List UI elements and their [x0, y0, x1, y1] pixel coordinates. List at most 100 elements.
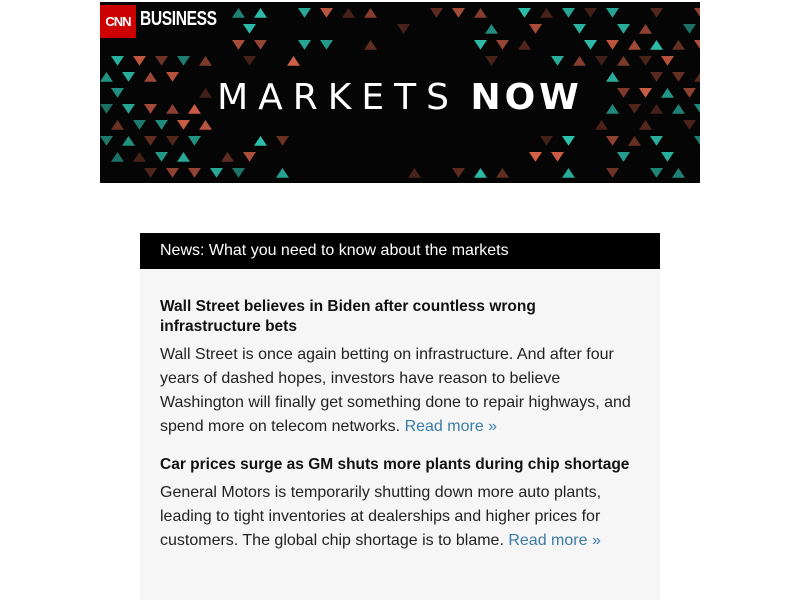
triangle-shape	[672, 168, 685, 178]
banner-title-bold: NOW	[470, 77, 583, 118]
triangle-shape	[650, 8, 663, 18]
triangle-shape	[320, 40, 333, 50]
triangle-shape	[650, 40, 663, 50]
triangle-shape	[606, 40, 619, 50]
triangle-shape	[595, 120, 608, 130]
triangle-shape	[276, 136, 289, 146]
triangle-shape	[639, 56, 652, 66]
triangle-shape	[111, 120, 124, 130]
read-more-link[interactable]: Read more »	[405, 418, 498, 435]
triangle-shape	[562, 168, 575, 178]
triangle-shape	[540, 8, 553, 18]
triangle-shape	[529, 152, 542, 162]
triangle-shape	[177, 56, 190, 66]
triangle-shape	[606, 8, 619, 18]
triangle-shape	[155, 120, 168, 130]
triangle-shape	[111, 152, 124, 162]
triangle-shape	[188, 168, 201, 178]
triangle-shape	[243, 152, 256, 162]
triangle-shape	[496, 168, 509, 178]
triangle-shape	[133, 56, 146, 66]
triangle-shape	[166, 136, 179, 146]
triangle-shape	[639, 120, 652, 130]
triangle-shape	[485, 24, 498, 34]
triangle-shape	[287, 56, 300, 66]
triangle-shape	[232, 168, 245, 178]
triangle-shape	[518, 40, 531, 50]
banner-title-light: MARKETS	[217, 77, 459, 118]
triangle-shape	[694, 136, 700, 145]
triangle-shape	[474, 8, 487, 18]
triangle-shape	[628, 40, 641, 50]
article-body: General Motors is temporarily shutting d…	[160, 481, 640, 553]
triangle-shape	[155, 152, 168, 162]
triangle-shape	[111, 56, 124, 66]
triangle-shape	[320, 8, 333, 18]
triangle-shape	[639, 24, 652, 34]
triangle-shape	[298, 40, 311, 50]
triangle-shape	[650, 136, 663, 146]
banner-title: MARKETS NOW	[100, 76, 700, 120]
triangle-shape	[540, 136, 553, 146]
triangle-shape	[243, 24, 256, 34]
triangle-shape	[661, 56, 674, 66]
triangle-shape	[155, 56, 168, 66]
triangle-shape	[573, 24, 586, 34]
triangle-shape	[408, 168, 421, 178]
triangle-shape	[254, 136, 267, 146]
triangle-shape	[672, 40, 685, 50]
triangle-shape	[694, 8, 700, 17]
article-body: Wall Street is once again betting on inf…	[160, 343, 640, 439]
triangle-shape	[617, 24, 630, 34]
triangle-shape	[100, 136, 113, 146]
triangle-shape	[144, 168, 157, 178]
markets-now-banner: CNN BUSINESS MARKETS NOW	[100, 2, 700, 183]
triangle-shape	[199, 120, 212, 130]
article-summary: Wall Street is once again betting on inf…	[160, 346, 631, 435]
triangle-shape	[584, 40, 597, 50]
triangle-shape	[364, 40, 377, 50]
triangle-shape	[397, 24, 410, 34]
triangle-shape	[133, 152, 146, 162]
triangle-shape	[254, 40, 267, 50]
triangle-shape	[474, 40, 487, 50]
triangle-shape	[606, 136, 619, 146]
article-list: Wall Street believes in Biden after coun…	[140, 269, 660, 553]
news-header: News: What you need to know about the ma…	[140, 233, 660, 269]
article-title[interactable]: Wall Street believes in Biden after coun…	[160, 297, 640, 337]
triangle-shape	[617, 56, 630, 66]
article-title[interactable]: Car prices surge as GM shuts more plants…	[160, 455, 640, 475]
triangle-shape	[584, 8, 597, 18]
triangle-shape	[694, 40, 700, 49]
article-item: Car prices surge as GM shuts more plants…	[160, 455, 640, 553]
triangle-shape	[166, 168, 179, 178]
triangle-shape	[298, 8, 311, 18]
triangle-shape	[133, 120, 146, 130]
triangle-shape	[199, 56, 212, 66]
triangle-shape	[232, 8, 245, 18]
triangle-shape	[617, 152, 630, 162]
triangle-shape	[518, 8, 531, 18]
triangle-shape	[529, 24, 542, 34]
cnn-logo[interactable]: CNN	[100, 5, 136, 38]
triangle-shape	[551, 152, 564, 162]
triangle-shape	[562, 8, 575, 18]
triangle-shape	[595, 56, 608, 66]
triangle-shape	[122, 136, 135, 146]
triangle-shape	[650, 168, 663, 178]
read-more-link[interactable]: Read more »	[508, 532, 601, 549]
triangle-shape	[188, 136, 201, 146]
business-label[interactable]: BUSINESS	[140, 8, 217, 31]
triangle-shape	[573, 56, 586, 66]
triangle-shape	[210, 168, 223, 178]
triangle-shape	[254, 8, 267, 18]
triangle-shape	[342, 8, 355, 18]
triangle-shape	[430, 8, 443, 18]
triangle-shape	[452, 168, 465, 178]
triangle-shape	[452, 8, 465, 18]
triangle-shape	[485, 56, 498, 66]
article-item: Wall Street believes in Biden after coun…	[160, 297, 640, 439]
triangle-shape	[562, 136, 575, 146]
triangle-shape	[232, 40, 245, 50]
triangle-shape	[551, 56, 564, 66]
